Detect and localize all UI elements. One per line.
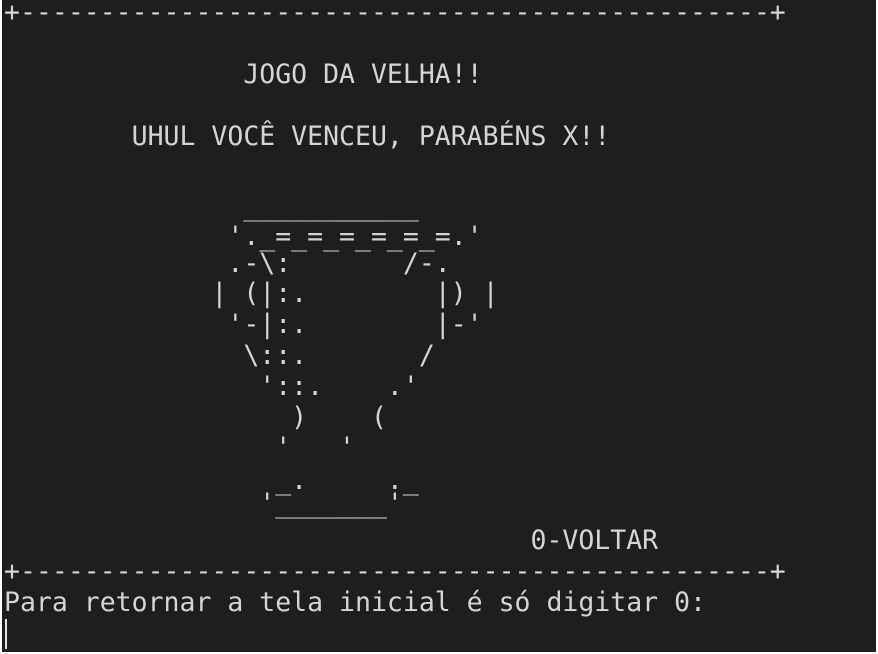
text-cursor[interactable] — [5, 619, 7, 649]
back-option-label: 0-VOLTAR — [4, 525, 659, 556]
trophy-line: | (|:. |) | — [4, 278, 499, 309]
trophy-line: '::. .' — [4, 371, 419, 402]
trophy-line: \::. / — [4, 340, 435, 371]
bottom-border: +---------------------------------------… — [4, 556, 786, 587]
trophy-line: '-|:. |-' — [4, 309, 483, 340]
trophy-line: ' ' — [4, 432, 355, 463]
game-title: JOGO DA VELHA!! — [4, 59, 483, 90]
trophy-line: ) ( — [4, 402, 387, 433]
trophy-line: '_______' — [4, 488, 403, 519]
console-window: +---------------------------------------… — [2, 0, 876, 652]
trophy-line: .-\: /-. — [4, 248, 451, 279]
victory-message: UHUL VOCÊ VENCEU, PARABÉNS X!! — [4, 121, 611, 152]
top-border: +---------------------------------------… — [4, 0, 786, 28]
input-prompt: Para retornar a tela inicial é só digita… — [4, 587, 706, 618]
trophy-line: ___________ — [4, 191, 419, 222]
